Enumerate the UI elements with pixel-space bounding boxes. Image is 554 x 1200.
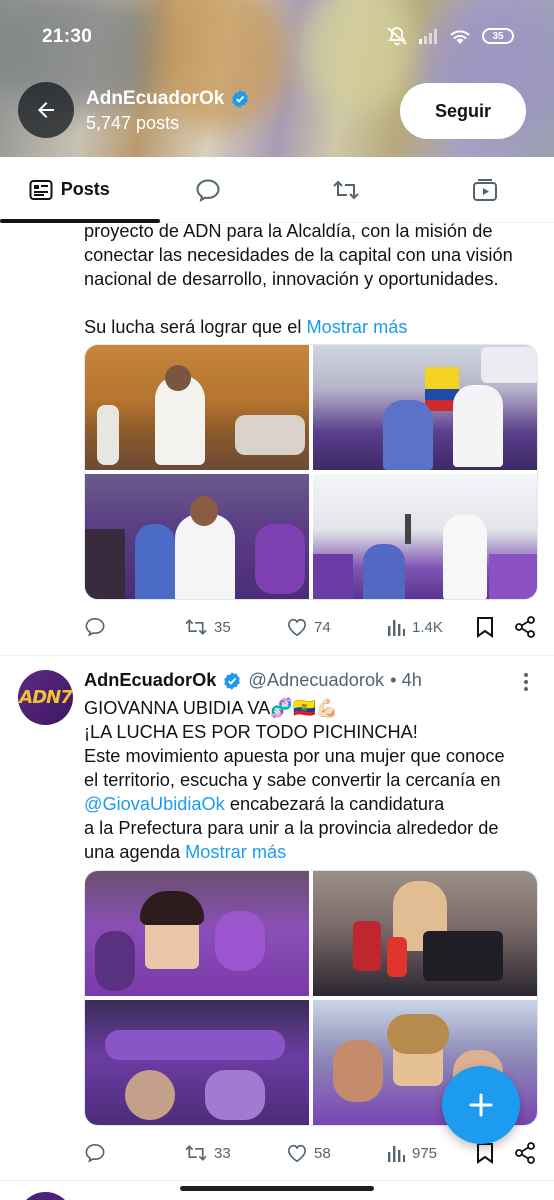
profile-tabs: Posts: [0, 157, 554, 223]
repost-button[interactable]: 33: [184, 1139, 231, 1167]
reply-icon: [85, 1143, 105, 1163]
repost-count: 33: [214, 1144, 231, 1162]
author-name[interactable]: AdnEcuadorOk: [84, 670, 216, 691]
battery-level: 35: [492, 30, 504, 42]
post-image[interactable]: [313, 474, 537, 599]
posts-icon: [29, 179, 53, 200]
verified-badge-icon: [224, 671, 241, 690]
post-text-line: Su lucha será lograr que el: [84, 317, 302, 337]
verified-badge-icon: [232, 90, 249, 108]
post-2-actions: 33 58 975: [84, 1139, 540, 1167]
post-image[interactable]: [85, 1000, 309, 1125]
media-icon: [472, 178, 497, 201]
tab-posts[interactable]: Posts: [0, 157, 139, 222]
wifi-icon: [450, 30, 470, 44]
avatar-logo: ADN7: [19, 687, 72, 708]
like-count: 74: [314, 618, 331, 636]
reply-icon: [85, 617, 105, 637]
post-time: • 4h: [390, 670, 422, 690]
views-count: 1.4K: [412, 618, 443, 636]
post-divider: [0, 655, 554, 656]
repost-icon: [185, 619, 207, 635]
bookmark-button[interactable]: [476, 613, 494, 641]
tab-reposts[interactable]: [277, 157, 416, 222]
views-icon: [388, 620, 405, 636]
share-button[interactable]: [514, 613, 536, 641]
post-text-line: encabezará la candidatura: [229, 794, 445, 814]
share-icon: [515, 616, 535, 638]
post-text-line: nacional de desarrollo, innovación y opo…: [84, 269, 499, 289]
author-handle[interactable]: @Adnecuadorok: [248, 670, 384, 691]
repost-count: 35: [214, 618, 231, 636]
like-button[interactable]: 58: [286, 1139, 331, 1167]
views-count: 975: [412, 1144, 438, 1162]
posts-count: 5,747 posts: [86, 113, 180, 133]
back-button[interactable]: [18, 82, 74, 138]
bookmark-icon: [477, 1143, 493, 1164]
show-more-link[interactable]: Mostrar más: [306, 317, 407, 337]
plus-icon: [469, 1093, 493, 1117]
status-icons: 35: [386, 26, 514, 46]
heart-icon: [287, 618, 307, 637]
post-text-line: una agenda: [84, 842, 181, 862]
profile-name-text: AdnEcuadorOk: [86, 88, 225, 109]
post-text-line: a la Prefectura para unir a la provincia…: [84, 818, 499, 838]
replies-icon: [196, 178, 220, 202]
repost-icon: [185, 1145, 207, 1161]
arrow-left-icon: [38, 102, 54, 118]
reply-button[interactable]: [84, 613, 106, 641]
profile-header: 21:30 35 AdnEcuadorOk 5,747 posts Seguir: [0, 0, 554, 157]
like-count: 58: [314, 1144, 331, 1162]
mute-icon: [387, 27, 407, 46]
post-image[interactable]: [85, 474, 309, 599]
compose-post-button[interactable]: [442, 1066, 520, 1144]
post-1-media-grid: [84, 344, 538, 600]
show-more-link[interactable]: Mostrar más: [185, 842, 286, 862]
repost-button[interactable]: 35: [184, 613, 231, 641]
follow-button[interactable]: Seguir: [400, 83, 526, 139]
profile-name: AdnEcuadorOk: [86, 88, 250, 110]
post-text-line: conectar las necesidades de la capital c…: [84, 245, 513, 265]
mention-link[interactable]: @GiovaUbidiaOk: [84, 794, 225, 814]
signal-icon: [419, 29, 437, 44]
post-2-text[interactable]: GIOVANNA UBIDIA VA🧬🇪🇨💪🏻 ¡LA LUCHA ES POR…: [84, 696, 540, 864]
post-image[interactable]: [313, 871, 537, 996]
views-button[interactable]: 975: [386, 1139, 437, 1167]
post-text-line: Este movimiento apuesta por una mujer qu…: [84, 746, 505, 766]
post-divider: [0, 1180, 554, 1181]
tab-posts-label: Posts: [60, 179, 110, 199]
status-bar: 21:30 35: [0, 0, 554, 72]
share-icon: [515, 1142, 535, 1164]
post-2-header: AdnEcuadorOk @Adnecuadorok • 4h: [84, 670, 422, 691]
post-1-text[interactable]: proyecto de ADN para la Alcaldía, con la…: [84, 219, 540, 339]
more-options-icon[interactable]: [516, 672, 536, 692]
post-text-line: proyecto de ADN para la Alcaldía, con la…: [84, 221, 493, 241]
post-image[interactable]: [85, 345, 309, 470]
avatar[interactable]: ADN7: [18, 670, 73, 725]
views-button[interactable]: 1.4K: [386, 613, 443, 641]
tab-media[interactable]: [416, 157, 554, 222]
post-image[interactable]: [313, 345, 537, 470]
tab-replies[interactable]: [139, 157, 278, 222]
post-1-actions: 35 74 1.4K: [84, 613, 540, 641]
post-text-line: el territorio, escucha y sabe convertir …: [84, 770, 501, 790]
bookmark-icon: [477, 617, 493, 638]
battery-icon: 35: [482, 28, 514, 44]
heart-icon: [287, 1144, 307, 1163]
like-button[interactable]: 74: [286, 613, 331, 641]
share-button[interactable]: [514, 1139, 536, 1167]
post-image[interactable]: [85, 871, 309, 996]
repost-icon: [333, 180, 359, 199]
home-indicator[interactable]: [180, 1186, 374, 1191]
post-text-line: ¡LA LUCHA ES POR TODO PICHINCHA!: [84, 722, 418, 742]
avatar[interactable]: [18, 1192, 73, 1200]
status-time: 21:30: [42, 26, 93, 47]
post-title: GIOVANNA UBIDIA VA🧬🇪🇨💪🏻: [84, 698, 339, 718]
reply-button[interactable]: [84, 1139, 106, 1167]
views-icon: [388, 1146, 405, 1162]
